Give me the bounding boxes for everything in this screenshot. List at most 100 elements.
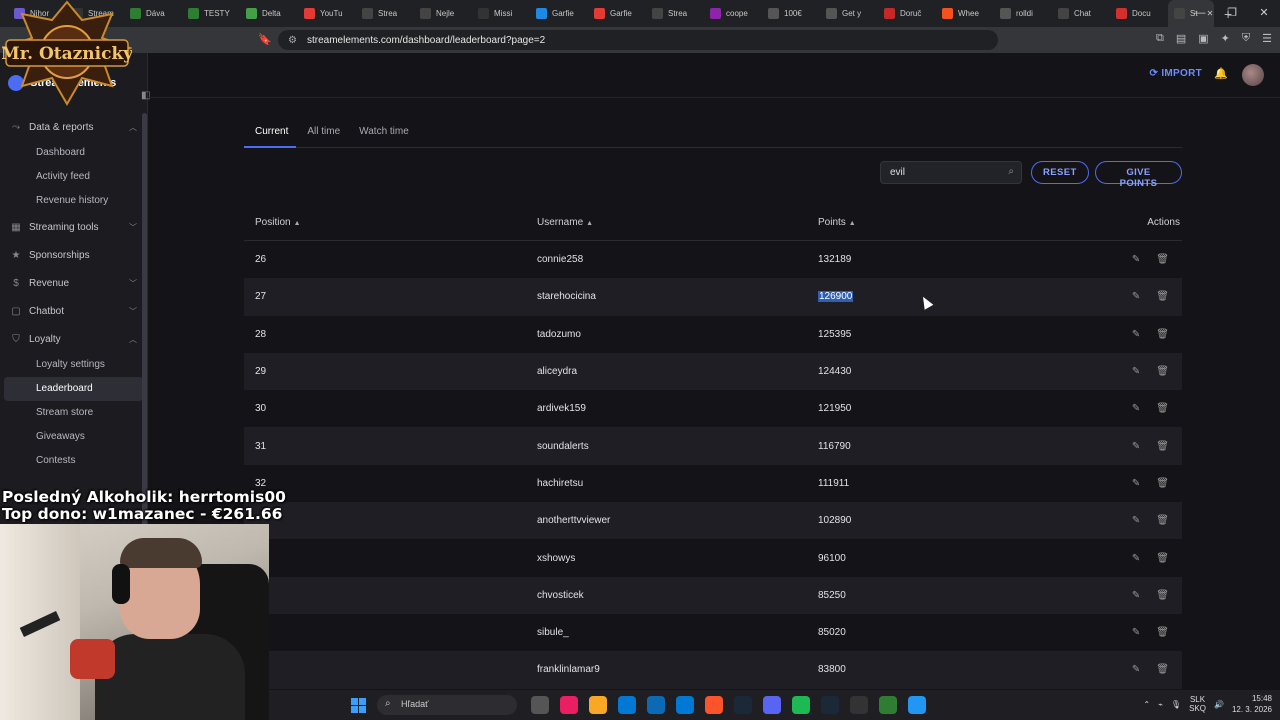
- sidebar-group-streaming-tools[interactable]: ▦ Streaming tools ﹀: [0, 213, 147, 241]
- user-avatar[interactable]: [1242, 64, 1264, 86]
- taskbar-app-icon[interactable]: [589, 696, 607, 714]
- browser-tab[interactable]: Chat: [1052, 0, 1110, 27]
- delete-icon[interactable]: 🗑: [1156, 515, 1169, 526]
- windows-start-icon[interactable]: [351, 698, 366, 713]
- delete-icon[interactable]: 🗑: [1156, 553, 1169, 564]
- browser-tab[interactable]: Docu: [1110, 0, 1168, 27]
- browser-tab[interactable]: Strea: [356, 0, 414, 27]
- taskbar-app-icon[interactable]: [618, 696, 636, 714]
- delete-icon[interactable]: 🗑: [1156, 478, 1169, 489]
- browser-tab[interactable]: Missi: [472, 0, 530, 27]
- edit-icon[interactable]: ✎: [1132, 329, 1140, 340]
- browser-tab[interactable]: Whee: [936, 0, 994, 27]
- delete-icon[interactable]: 🗑: [1156, 366, 1169, 377]
- sidebar-group-data-reports[interactable]: ⤳ Data & reports ︿: [0, 113, 147, 141]
- taskbar-app-icon[interactable]: [705, 696, 723, 714]
- edit-icon[interactable]: ✎: [1132, 291, 1140, 302]
- sidebar-item-dashboard[interactable]: Dashboard: [4, 141, 143, 165]
- taskbar-app-icon[interactable]: [560, 696, 578, 714]
- username-column-header[interactable]: Username ▲: [537, 217, 818, 228]
- sidebar-item-loyalty-settings[interactable]: Loyalty settings: [4, 353, 143, 377]
- sidebar-group-chatbot[interactable]: ▢ Chatbot ﹀: [0, 297, 147, 325]
- delete-icon[interactable]: 🗑: [1156, 291, 1169, 302]
- taskbar-app-icon[interactable]: [879, 696, 897, 714]
- tab-watch-time[interactable]: Watch time: [348, 118, 417, 148]
- sidebar-item-contests[interactable]: Contests: [4, 449, 143, 473]
- delete-icon[interactable]: 🗑: [1156, 590, 1169, 601]
- mic-icon[interactable]: 🎙: [1171, 700, 1181, 709]
- give-points-button[interactable]: GIVE POINTS: [1095, 161, 1182, 189]
- browser-tab[interactable]: Strea: [646, 0, 704, 27]
- taskbar-app-icon[interactable]: [734, 696, 752, 714]
- edit-icon[interactable]: ✎: [1132, 515, 1140, 526]
- sidebar-item-revenue-history[interactable]: Revenue history: [4, 189, 143, 213]
- sidebar-group-revenue[interactable]: $ Revenue ﹀: [0, 269, 147, 297]
- taskbar-app-icon[interactable]: [676, 696, 694, 714]
- edit-icon[interactable]: ✎: [1132, 478, 1140, 489]
- clock[interactable]: 15:48 12. 3. 2026: [1232, 693, 1272, 715]
- edit-icon[interactable]: ✎: [1132, 254, 1140, 265]
- ai-icon[interactable]: ✦: [1221, 32, 1230, 45]
- import-button[interactable]: ⟳ IMPORT: [1150, 68, 1202, 79]
- position-column-header[interactable]: Position ▲: [244, 217, 537, 228]
- sidebar-icon[interactable]: ▤: [1176, 32, 1186, 45]
- browser-tab[interactable]: Doruč: [878, 0, 936, 27]
- bookmark-icon[interactable]: 🔖: [258, 33, 272, 46]
- taskbar-app-icon[interactable]: [647, 696, 665, 714]
- shield-icon[interactable]: ⛨: [1242, 32, 1250, 45]
- edit-icon[interactable]: ✎: [1132, 403, 1140, 414]
- search-input[interactable]: evil ⌕: [880, 161, 1022, 184]
- edit-icon[interactable]: ✎: [1132, 627, 1140, 638]
- menu-icon[interactable]: ☰: [1262, 32, 1272, 45]
- delete-icon[interactable]: 🗑: [1156, 329, 1169, 340]
- edit-icon[interactable]: ✎: [1132, 590, 1140, 601]
- browser-tab[interactable]: Nejle: [414, 0, 472, 27]
- edit-icon[interactable]: ✎: [1132, 366, 1140, 377]
- close-window-icon[interactable]: ✕: [1248, 0, 1280, 27]
- url-field[interactable]: ⚙ streamelements.com/dashboard/leaderboa…: [278, 30, 998, 50]
- sidebar-item-leaderboard[interactable]: Leaderboard: [4, 377, 143, 401]
- browser-tab[interactable]: 100€: [762, 0, 820, 27]
- tray-chevron-icon[interactable]: ⌃: [1143, 700, 1150, 709]
- browser-tab[interactable]: TESTY: [182, 0, 240, 27]
- edit-icon[interactable]: ✎: [1132, 553, 1140, 564]
- browser-tab[interactable]: Garfie: [530, 0, 588, 27]
- maximize-icon[interactable]: ❐: [1216, 0, 1248, 27]
- points-column-header[interactable]: Points ▲: [818, 217, 1098, 228]
- sidebar-item-activity-feed[interactable]: Activity feed: [4, 165, 143, 189]
- tab-all-time[interactable]: All time: [296, 118, 348, 148]
- browser-tab[interactable]: Get y: [820, 0, 878, 27]
- delete-icon[interactable]: 🗑: [1156, 627, 1169, 638]
- minimize-icon[interactable]: —: [1184, 0, 1216, 27]
- tab-current[interactable]: Current: [244, 118, 297, 148]
- browser-tab[interactable]: rolldi: [994, 0, 1052, 27]
- search-icon[interactable]: ⌕: [1008, 166, 1014, 177]
- wallet-icon[interactable]: ▣: [1198, 32, 1208, 45]
- sidebar-group-sponsorships[interactable]: ★ Sponsorships: [0, 241, 147, 269]
- site-info-icon[interactable]: ⚙: [288, 35, 297, 46]
- sidebar-scrollbar[interactable]: [142, 113, 147, 533]
- browser-tab[interactable]: YouTu: [298, 0, 356, 27]
- sidebar-group-loyalty[interactable]: ⛉ Loyalty ︿: [0, 325, 147, 353]
- taskbar-app-icon[interactable]: [792, 696, 810, 714]
- delete-icon[interactable]: 🗑: [1156, 403, 1169, 414]
- delete-icon[interactable]: 🗑: [1156, 254, 1169, 265]
- edit-icon[interactable]: ✎: [1132, 441, 1140, 452]
- sidebar-item-stream-store[interactable]: Stream store: [4, 401, 143, 425]
- extensions-icon[interactable]: ⧉: [1156, 32, 1164, 45]
- notification-bell-icon[interactable]: 🔔: [1214, 67, 1228, 80]
- volume-icon[interactable]: 🔊: [1214, 700, 1224, 709]
- taskbar-app-icon[interactable]: [850, 696, 868, 714]
- delete-icon[interactable]: 🗑: [1156, 441, 1169, 452]
- delete-icon[interactable]: 🗑: [1156, 664, 1169, 675]
- taskbar-app-icon[interactable]: [763, 696, 781, 714]
- sidebar-item-giveaways[interactable]: Giveaways: [4, 425, 143, 449]
- browser-tab[interactable]: Delta: [240, 0, 298, 27]
- taskbar-app-icon[interactable]: [821, 696, 839, 714]
- network-icon[interactable]: ⌁: [1158, 700, 1163, 709]
- reset-button[interactable]: RESET: [1031, 161, 1089, 184]
- browser-tab[interactable]: Garfie: [588, 0, 646, 27]
- taskbar-app-icon[interactable]: [908, 696, 926, 714]
- edit-icon[interactable]: ✎: [1132, 664, 1140, 675]
- taskbar-app-icon[interactable]: [531, 696, 549, 714]
